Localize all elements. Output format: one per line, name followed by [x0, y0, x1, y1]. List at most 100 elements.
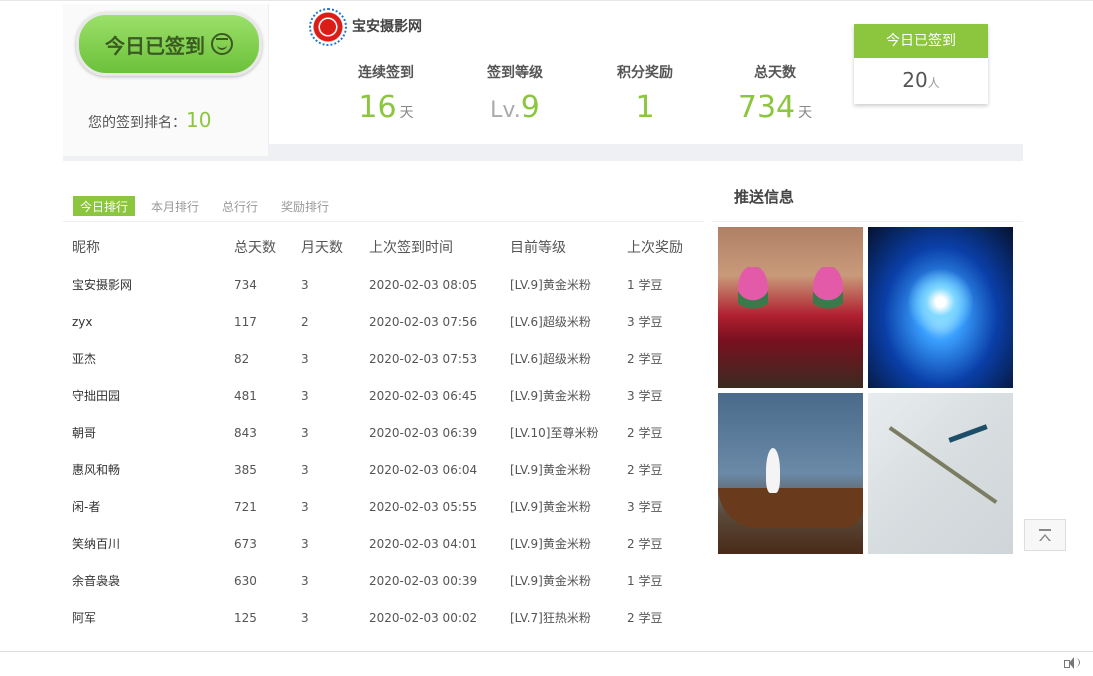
cell-reward: 3 学豆	[627, 389, 663, 403]
cell-total-days: 481	[234, 389, 257, 403]
signed-in-button[interactable]: 今日已签到	[76, 12, 262, 76]
cell-level: [LV.7]狂热米粉	[510, 611, 591, 625]
panel-corner	[63, 156, 268, 161]
cell-nickname[interactable]: 惠风和畅	[72, 452, 120, 489]
cell-level: [LV.9]黄金米粉	[510, 500, 591, 514]
cell-nickname[interactable]: zyx	[72, 304, 93, 341]
stat-value: 9	[520, 90, 540, 125]
cell-level: [LV.9]黄金米粉	[510, 463, 591, 477]
tab-total[interactable]: 总行行	[215, 196, 265, 216]
stat-consecutive: 连续签到 16 天	[326, 62, 446, 129]
back-to-top-button[interactable]	[1024, 519, 1066, 551]
cell-last-time: 2020-02-03 07:56	[369, 315, 478, 329]
stat-unit: 天	[399, 105, 414, 121]
cell-nickname[interactable]: 笑纳百川	[72, 526, 120, 563]
stat-total-days: 总天数 734 天	[715, 62, 835, 129]
tab-month[interactable]: 本月排行	[144, 196, 206, 216]
header-month-days: 月天数	[301, 240, 343, 256]
sign-rank-value: 10	[186, 108, 212, 132]
push-photo-egret[interactable]	[718, 393, 863, 554]
cell-last-time: 2020-02-03 05:55	[369, 500, 478, 514]
stat-level-prefix: Lv.	[490, 98, 521, 123]
cell-last-time: 2020-02-03 04:01	[369, 537, 478, 551]
cell-nickname[interactable]: 亚杰	[72, 341, 96, 378]
tab-reward[interactable]: 奖励排行	[274, 196, 336, 216]
cell-reward: 3 学豆	[627, 500, 663, 514]
cell-nickname[interactable]: 闲-者	[72, 489, 100, 526]
stat-value: 16	[358, 90, 397, 125]
cell-nickname[interactable]: 阿军	[72, 600, 96, 637]
cell-level: [LV.9]黄金米粉	[510, 389, 591, 403]
status-bar	[0, 651, 1093, 676]
stat-label: 总天数	[754, 65, 796, 81]
cell-last-time: 2020-02-03 06:45	[369, 389, 478, 403]
cell-month-days: 3	[301, 426, 309, 440]
cell-reward: 2 学豆	[627, 426, 663, 440]
header-last-time: 上次签到时间	[369, 240, 453, 256]
site-logo	[309, 8, 347, 46]
cell-total-days: 630	[234, 574, 257, 588]
today-signed-title: 今日已签到	[854, 24, 988, 58]
stat-label: 积分奖励	[617, 65, 673, 81]
cell-total-days: 721	[234, 500, 257, 514]
cell-reward: 3 学豆	[627, 315, 663, 329]
stat-value: 1	[635, 90, 655, 125]
cell-reward: 2 学豆	[627, 463, 663, 477]
cell-month-days: 3	[301, 389, 309, 403]
cell-reward: 1 学豆	[627, 278, 663, 292]
cell-month-days: 3	[301, 352, 309, 366]
header-level: 目前等级	[510, 240, 566, 256]
stat-level: 签到等级 Lv.9	[455, 62, 575, 127]
push-photo-dancers[interactable]	[718, 227, 863, 388]
today-signed-unit: 人	[927, 76, 940, 90]
cell-total-days: 843	[234, 426, 257, 440]
cell-nickname[interactable]: 守拙田园	[72, 378, 120, 415]
speaker-icon[interactable]	[1064, 656, 1080, 670]
signed-in-button-label: 今日已签到	[105, 33, 205, 58]
header-reward: 上次奖励	[627, 240, 683, 256]
push-divider	[712, 221, 1023, 222]
cell-level: [LV.9]黄金米粉	[510, 278, 591, 292]
cell-total-days: 385	[234, 463, 257, 477]
cell-month-days: 3	[301, 500, 309, 514]
cell-reward: 2 学豆	[627, 352, 663, 366]
sign-rank-label: 您的签到排名：	[88, 115, 186, 131]
cell-total-days: 673	[234, 537, 257, 551]
cell-month-days: 3	[301, 574, 309, 588]
cell-nickname[interactable]: 余音袅袅	[72, 563, 120, 600]
cell-last-time: 2020-02-03 00:39	[369, 574, 478, 588]
header-nickname: 昵称	[72, 240, 100, 256]
ranking-tabs: 今日排行 本月排行 总行行 奖励排行	[73, 196, 345, 216]
sign-rank: 您的签到排名：10	[88, 108, 211, 132]
cell-reward: 2 学豆	[627, 611, 663, 625]
cell-level: [LV.6]超级米粉	[510, 352, 591, 366]
push-photo-dragonfly[interactable]	[868, 393, 1013, 554]
cell-total-days: 82	[234, 352, 250, 366]
cell-month-days: 3	[301, 537, 309, 551]
header-total-days: 总天数	[234, 240, 276, 256]
cell-nickname[interactable]: 宝安摄影网	[72, 267, 132, 304]
push-photo-fountain[interactable]	[868, 227, 1013, 388]
stat-points: 积分奖励 1	[585, 62, 705, 124]
push-title: 推送信息	[734, 188, 795, 206]
tab-today[interactable]: 今日排行	[73, 196, 136, 216]
cell-level: [LV.6]超级米粉	[510, 315, 591, 329]
cell-level: [LV.9]黄金米粉	[510, 537, 591, 551]
cell-month-days: 3	[301, 611, 309, 625]
cell-total-days: 734	[234, 278, 257, 292]
cell-month-days: 3	[301, 278, 309, 292]
today-signed-box: 今日已签到 20人	[854, 24, 988, 104]
cell-last-time: 2020-02-03 06:04	[369, 463, 478, 477]
cell-last-time: 2020-02-03 00:02	[369, 611, 478, 625]
stat-value: 734	[737, 90, 796, 125]
cell-level: [LV.9]黄金米粉	[510, 574, 591, 588]
cell-total-days: 125	[234, 611, 257, 625]
cell-nickname[interactable]: 朝哥	[72, 415, 96, 452]
tab-divider	[63, 221, 704, 222]
smile-icon	[211, 33, 233, 55]
today-signed-count: 20	[902, 68, 928, 92]
stat-label: 签到等级	[487, 65, 543, 81]
cell-last-time: 2020-02-03 08:05	[369, 278, 478, 292]
cell-month-days: 3	[301, 463, 309, 477]
site-name: 宝安摄影网	[352, 19, 422, 35]
